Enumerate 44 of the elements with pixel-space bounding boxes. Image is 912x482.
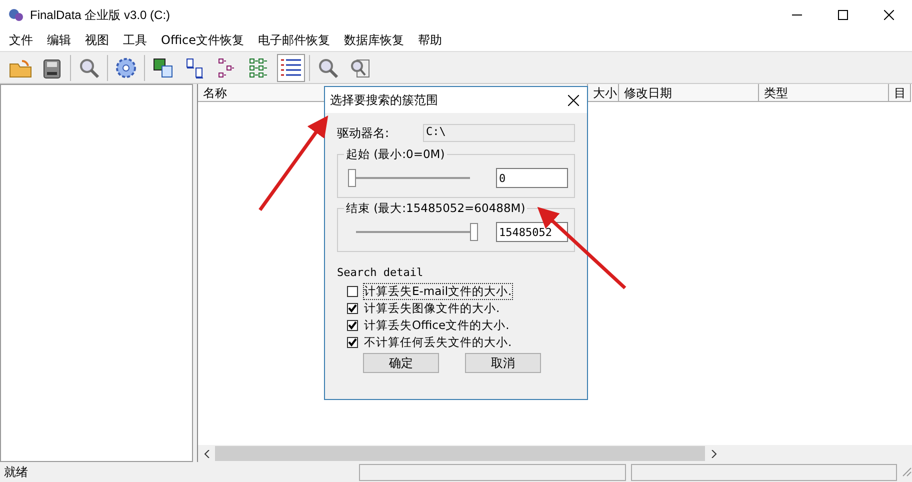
- menu-item[interactable]: 数据库恢复: [337, 32, 412, 49]
- column-header[interactable]: 类型: [759, 84, 889, 102]
- toolbar-button[interactable]: [277, 54, 305, 82]
- slider-thumb[interactable]: [470, 223, 478, 241]
- checkbox[interactable]: [347, 320, 358, 331]
- close-button[interactable]: [568, 94, 579, 106]
- checkbox-label[interactable]: 计算丢失图像文件的大小.: [363, 300, 501, 317]
- dialog-button[interactable]: 取消: [465, 353, 541, 373]
- menu-item[interactable]: Office文件恢复: [154, 32, 252, 49]
- menu-item[interactable]: 工具: [116, 32, 154, 49]
- dialog-button[interactable]: 确定: [363, 353, 439, 373]
- resize-grip-icon[interactable]: [902, 467, 912, 477]
- disc-icon: [114, 56, 138, 80]
- checkbox[interactable]: [347, 337, 358, 348]
- section-title: Search detail: [337, 266, 424, 279]
- checkbox-label[interactable]: 计算丢失Office文件的大小.: [363, 317, 510, 334]
- checkbox-label[interactable]: 不计算任何丢失文件的大小.: [363, 334, 513, 351]
- menu-item[interactable]: 帮助: [411, 32, 450, 49]
- checkbox[interactable]: [347, 303, 358, 314]
- drive-label: 驱动器名:: [337, 124, 390, 142]
- app-icon: [8, 7, 24, 23]
- group-label: 结束 (最大:15485052=60488M): [344, 201, 528, 216]
- menu-item[interactable]: 文件: [2, 32, 40, 49]
- menu-item[interactable]: 电子邮件恢复: [251, 32, 338, 49]
- dialog-title: 选择要搜索的簇范围: [330, 92, 439, 108]
- number-field[interactable]: 0: [496, 168, 568, 188]
- checkbox[interactable]: [347, 286, 358, 297]
- horizontal-scrollbar[interactable]: [198, 445, 912, 462]
- maximize-icon: [838, 10, 848, 20]
- number-field[interactable]: 15485052: [496, 222, 568, 242]
- picture-icon: [151, 56, 175, 80]
- column-header[interactable]: 修改日期: [619, 84, 759, 102]
- column-header[interactable]: 目: [889, 84, 911, 102]
- checkbox-label[interactable]: 计算丢失E-mail文件的大小.: [363, 283, 513, 300]
- scrollbar-thumb[interactable]: [215, 446, 705, 461]
- close-icon: [884, 10, 894, 20]
- slider-thumb[interactable]: [348, 169, 356, 187]
- menu-item[interactable]: 视图: [78, 32, 116, 49]
- drive-field: C:\: [423, 124, 575, 142]
- menu-item[interactable]: 编辑: [40, 32, 78, 49]
- window-title: FinalData 企业版 v3.0 (C:): [30, 6, 172, 24]
- status-text: 就绪: [3, 464, 29, 480]
- group-label: 起始 (最小:0=0M): [344, 147, 447, 162]
- column-header[interactable]: 大小: [588, 84, 619, 102]
